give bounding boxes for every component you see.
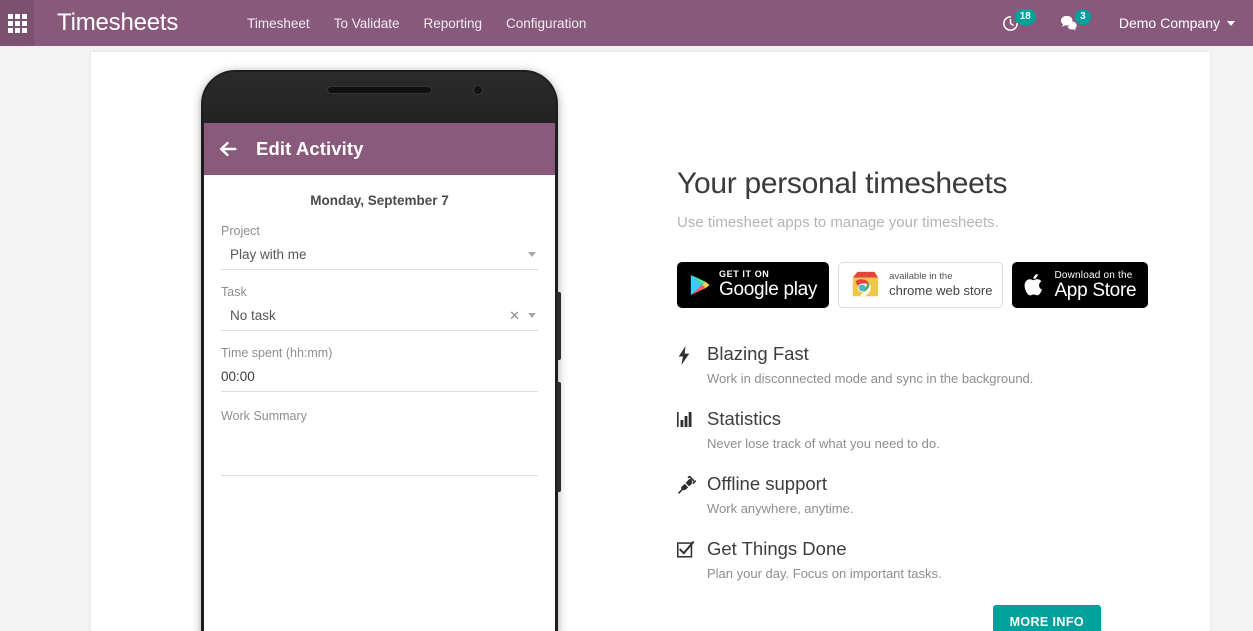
app-store-big-label: App Store [1054, 279, 1137, 301]
feature-get-things-done: Get Things Done Plan your day. Focus on … [677, 538, 1197, 603]
chrome-web-store-small-label: available in the [889, 270, 953, 282]
apps-menu-toggle[interactable] [0, 0, 34, 46]
lightning-bolt-icon [677, 343, 707, 386]
chrome-web-store-badge[interactable]: available in the chrome web store [838, 262, 1004, 308]
time-spent-input[interactable]: 00:00 [221, 369, 538, 392]
project-field-label: Project [221, 224, 260, 238]
content-panel: Edit Activity Monday, September 7 Projec… [91, 52, 1210, 631]
company-name-label: Demo Company [1118, 15, 1220, 31]
phone-mockup: Edit Activity Monday, September 7 Projec… [201, 70, 561, 631]
feature-title: Statistics [707, 408, 782, 429]
task-caret-down-icon[interactable] [528, 313, 536, 318]
mobile-app-bar-title: Edit Activity [256, 138, 364, 159]
google-play-big-label: Google play [719, 278, 818, 300]
menu-item-timesheet[interactable]: Timesheet [235, 10, 322, 37]
google-play-badge[interactable]: GET IT ON Google play [677, 262, 830, 308]
feature-description: Never lose track of what you need to do. [707, 436, 940, 451]
menu-item-to-validate[interactable]: To Validate [322, 10, 412, 37]
task-field-group: Task No task ✕ [221, 270, 538, 331]
activities-count-badge: 18 [1014, 9, 1036, 25]
phone-power-button [557, 382, 561, 492]
phone-front-camera [473, 85, 483, 95]
project-field-group: Project Play with me [221, 222, 538, 270]
feature-title: Blazing Fast [707, 343, 809, 364]
checkbox-checked-icon [677, 538, 707, 581]
feature-description: Plan your day. Focus on important tasks. [707, 566, 942, 581]
messages-menu[interactable]: 3 [1050, 0, 1105, 46]
page-background: Edit Activity Monday, September 7 Projec… [0, 46, 1253, 631]
top-navbar: Timesheets Timesheet To Validate Reporti… [0, 0, 1253, 46]
chrome-web-store-big-label: chrome web store [889, 282, 993, 298]
task-select[interactable]: No task ✕ [221, 308, 538, 331]
task-field-label: Task [221, 285, 247, 299]
app-store-badge[interactable]: Download on the App Store [1012, 262, 1149, 308]
feature-statistics: Statistics Never lose track of what you … [677, 408, 1197, 473]
phone-volume-button [557, 292, 561, 360]
task-field-value: No task [230, 308, 276, 323]
store-badges-row: GET IT ON Google play available in the c… [677, 231, 1197, 308]
chrome-web-store-icon [849, 270, 881, 300]
apps-grid-icon [7, 13, 27, 33]
bar-chart-icon [677, 408, 707, 451]
work-summary-field-group: Work Summary [221, 392, 538, 476]
feature-title: Offline support [707, 473, 827, 494]
promo-title: Your personal timesheets [677, 167, 1008, 200]
feature-blazing-fast: Blazing Fast Work in disconnected mode a… [677, 343, 1197, 408]
user-company-menu[interactable]: Demo Company [1105, 0, 1239, 46]
messages-count-badge: 3 [1074, 9, 1091, 25]
app-store-small-label: Download on the [1054, 269, 1133, 281]
arrow-left-icon[interactable] [217, 138, 239, 160]
work-summary-field-label: Work Summary [221, 409, 307, 423]
feature-description: Work in disconnected mode and sync in th… [707, 371, 1034, 386]
project-select[interactable]: Play with me [221, 247, 538, 270]
activity-date-label: Monday, September 7 [310, 193, 449, 208]
time-spent-field-label: Time spent (hh:mm) [221, 346, 333, 360]
feature-list: Blazing Fast Work in disconnected mode a… [677, 308, 1197, 603]
project-caret-down-icon[interactable] [528, 252, 536, 257]
apple-logo-icon [1024, 272, 1046, 298]
time-spent-field-value: 00:00 [221, 369, 255, 384]
work-summary-textarea[interactable] [221, 432, 538, 476]
mobile-app-bar: Edit Activity [204, 123, 555, 175]
project-field-value: Play with me [230, 247, 307, 262]
menu-item-reporting[interactable]: Reporting [411, 10, 494, 37]
activities-menu[interactable]: 18 [992, 0, 1050, 46]
feature-description: Work anywhere, anytime. [707, 501, 854, 516]
app-brand-title[interactable]: Timesheets [57, 9, 178, 37]
menu-item-configuration[interactable]: Configuration [494, 10, 598, 37]
more-info-row: MORE INFO [677, 603, 1197, 631]
task-clear-close-x-icon[interactable]: ✕ [501, 309, 528, 322]
time-spent-field-group: Time spent (hh:mm) 00:00 [221, 331, 538, 392]
feature-title: Get Things Done [707, 538, 847, 559]
main-menu: Timesheet To Validate Reporting Configur… [235, 10, 598, 37]
promo-column: Your personal timesheets Use timesheet a… [677, 167, 1197, 631]
feature-offline-support: Offline support Work anywhere, anytime. [677, 473, 1197, 538]
more-info-button[interactable]: MORE INFO [992, 605, 1101, 631]
phone-screen: Edit Activity Monday, September 7 Projec… [204, 123, 555, 631]
promo-subtitle: Use timesheet apps to manage your timesh… [677, 214, 999, 231]
google-play-icon [689, 273, 711, 297]
power-plug-icon [677, 473, 707, 516]
systray: 18 3 Demo Company [992, 0, 1253, 46]
activity-form: Monday, September 7 Project Play with me… [204, 175, 555, 476]
phone-speaker-grill [327, 86, 432, 94]
chevron-down-icon [1227, 20, 1235, 26]
